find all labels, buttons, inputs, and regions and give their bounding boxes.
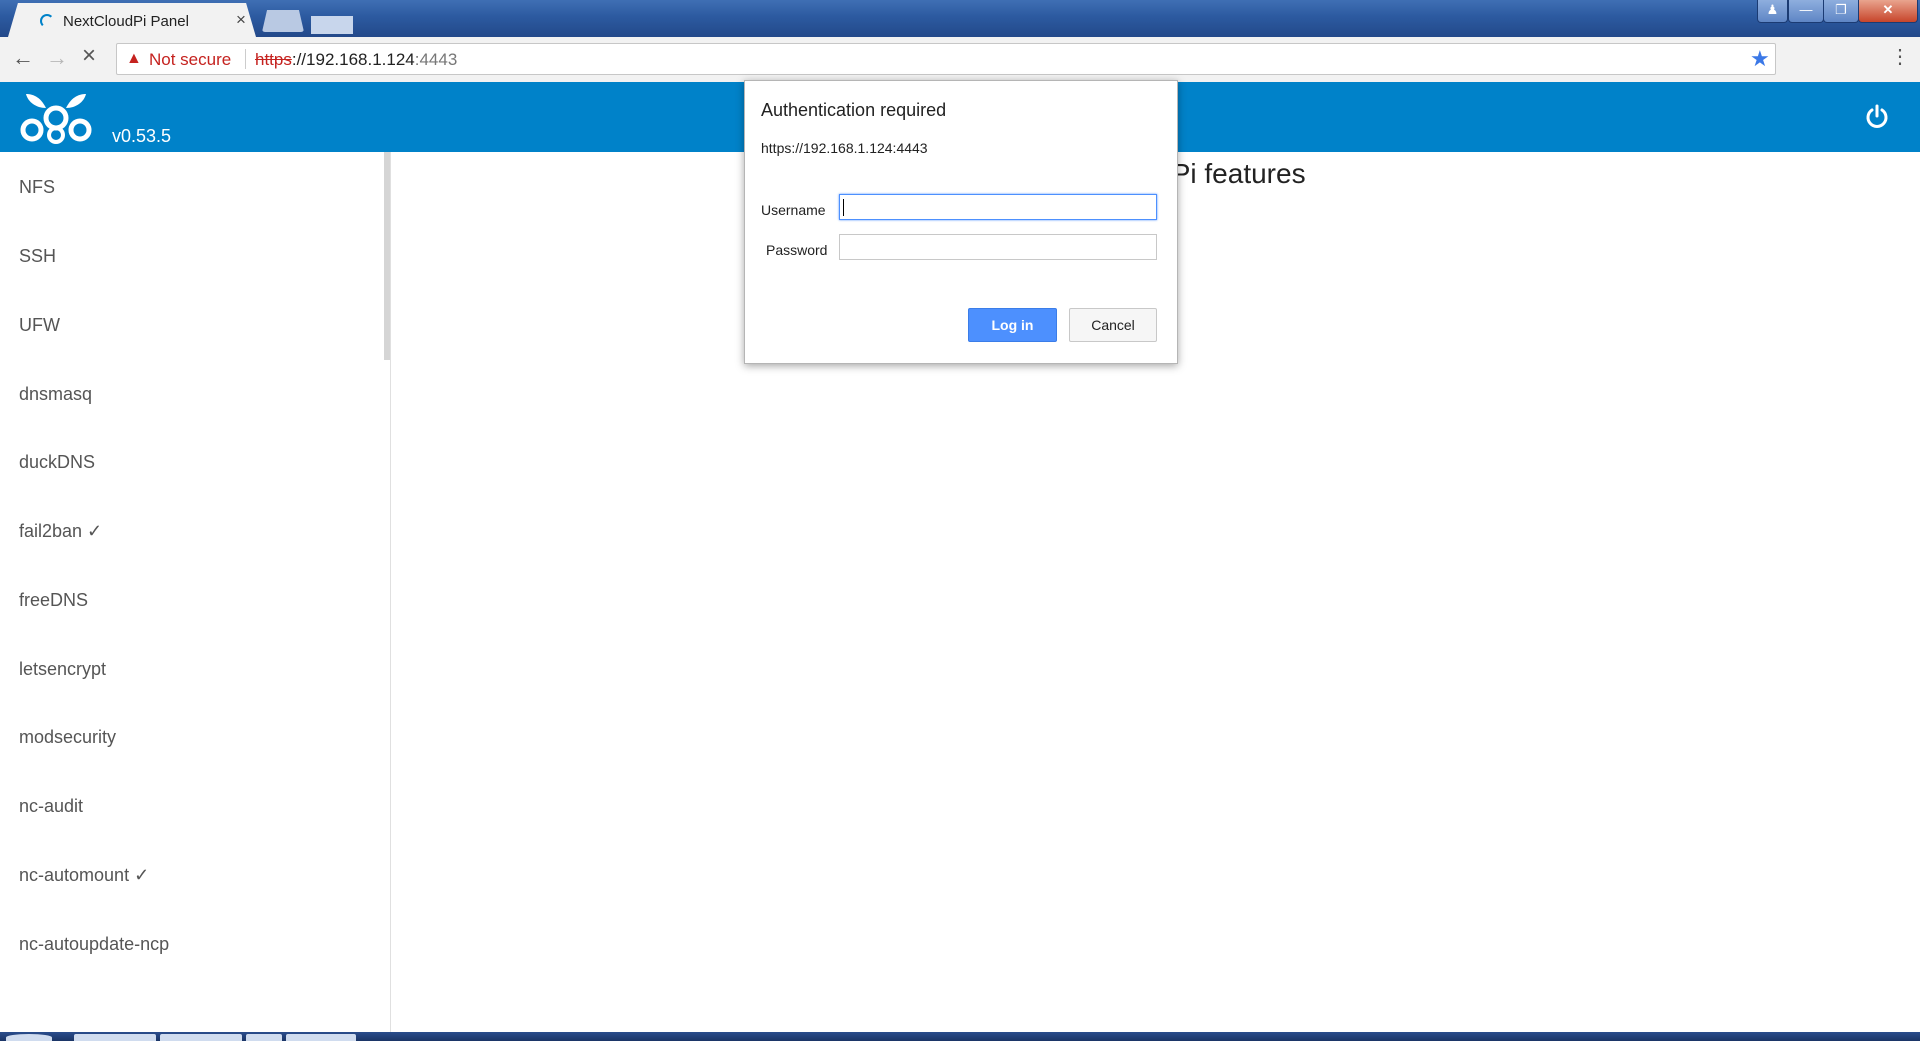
sidebar-item-dnsmasq[interactable]: dnsmasq	[19, 384, 92, 405]
password-input[interactable]	[839, 234, 1157, 260]
window-user-icon[interactable]: ♟	[1757, 0, 1788, 23]
window-titlebar: NextCloudPi Panel × ♟ — ❐ ✕	[0, 0, 1920, 37]
sidebar-item-nc-audit[interactable]: nc-audit	[19, 796, 83, 817]
tab-close-icon[interactable]: ×	[236, 11, 246, 28]
sidebar-item-nc-autoupdate-ncp[interactable]: nc-autoupdate-ncp	[19, 934, 169, 955]
username-input[interactable]	[839, 194, 1157, 220]
bookmark-star-icon[interactable]: ★	[1750, 46, 1770, 72]
username-label: Username	[761, 202, 826, 218]
window-close-button[interactable]: ✕	[1858, 0, 1918, 23]
warning-triangle-icon[interactable]: ▲	[126, 50, 142, 68]
sidebar-item-nfs[interactable]: NFS	[19, 177, 55, 198]
sidebar-item-fail2ban[interactable]: fail2ban ✓	[19, 521, 102, 542]
url-separator: ://	[291, 50, 307, 69]
url-text[interactable]: https://192.168.1.124:4443	[255, 50, 457, 70]
dialog-origin: https://192.168.1.124:4443	[761, 140, 928, 156]
browser-menu-icon[interactable]: ⋮	[1890, 47, 1910, 67]
power-icon[interactable]	[1864, 104, 1890, 130]
browser-toolbar: ← → × ▲ Not secure https://192.168.1.124…	[0, 37, 1920, 83]
start-button[interactable]	[6, 1034, 52, 1041]
tab-title: NextCloudPi Panel	[63, 13, 189, 30]
cancel-button[interactable]: Cancel	[1069, 308, 1157, 342]
address-bar[interactable]: ▲ Not secure https://192.168.1.124:4443 …	[116, 43, 1776, 75]
url-scheme: https	[255, 50, 292, 69]
dialog-title: Authentication required	[761, 100, 947, 120]
url-host: 192.168.1.124	[306, 50, 415, 69]
browser-tab[interactable]: NextCloudPi Panel ×	[8, 3, 256, 37]
address-separator	[245, 49, 246, 69]
taskbar-item-browser[interactable]	[160, 1034, 242, 1041]
sidebar-item-duckdns[interactable]: duckDNS	[19, 452, 95, 473]
text-caret	[843, 199, 844, 216]
sidebar: NFS SSH UFW dnsmasq duckDNS fail2ban ✓ f…	[0, 152, 391, 1032]
sidebar-scrollbar[interactable]	[384, 152, 390, 360]
taskbar-item-explorer[interactable]	[74, 1034, 156, 1041]
taskbar-item-window[interactable]	[286, 1034, 356, 1041]
sidebar-item-freedns[interactable]: freeDNS	[19, 590, 88, 611]
sidebar-item-ufw[interactable]: UFW	[19, 315, 60, 336]
sidebar-item-letsencrypt[interactable]: letsencrypt	[19, 659, 106, 680]
os-taskbar	[0, 1032, 1920, 1041]
app-version: v0.53.5	[112, 126, 172, 146]
loading-favicon-icon	[40, 14, 54, 28]
sidebar-item-nc-automount[interactable]: nc-automount ✓	[19, 865, 149, 886]
sidebar-item-ssh[interactable]: SSH	[19, 246, 56, 267]
new-tab-button[interactable]	[262, 10, 304, 32]
window-maximize-button[interactable]: ❐	[1823, 0, 1859, 23]
forward-arrow-icon[interactable]: →	[46, 47, 68, 69]
window-minimize-button[interactable]: —	[1788, 0, 1824, 23]
password-label: Password	[766, 242, 828, 258]
security-status[interactable]: Not secure	[149, 50, 231, 70]
stop-loading-icon[interactable]: ×	[82, 44, 96, 68]
back-arrow-icon[interactable]: ←	[12, 47, 34, 69]
auth-dialog: Authentication required https://192.168.…	[744, 80, 1178, 364]
login-button[interactable]: Log in	[968, 308, 1057, 342]
sidebar-item-modsecurity[interactable]: modsecurity	[19, 727, 116, 748]
url-port: :4443	[414, 50, 458, 69]
titlebar-blank-area	[311, 16, 353, 34]
taskbar-item-app[interactable]	[246, 1034, 282, 1041]
nextcloudpi-logo-icon[interactable]	[18, 88, 94, 144]
